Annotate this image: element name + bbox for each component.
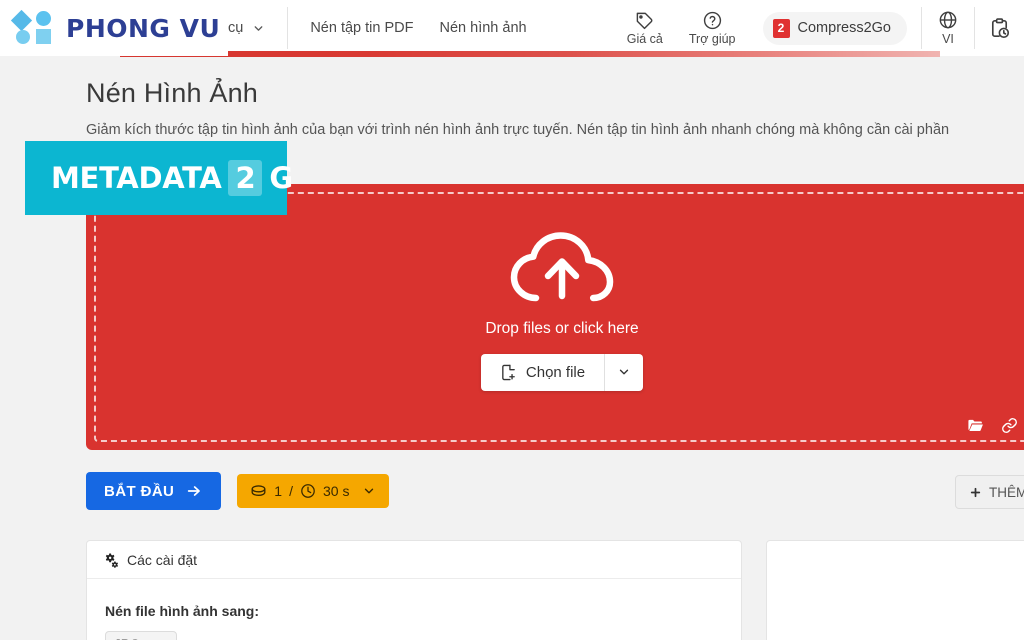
add-file-label: THÊM F <box>989 484 1024 500</box>
nav-link-compress-pdf[interactable]: Nén tập tin PDF <box>310 20 413 36</box>
ad-text-go: G <box>269 161 293 195</box>
add-file-button[interactable]: THÊM F <box>955 475 1024 509</box>
cloud-upload-icon <box>509 230 615 310</box>
chevron-down-icon <box>362 484 376 498</box>
compress2go-label: Compress2Go <box>797 20 891 36</box>
price-tag-icon <box>635 11 654 30</box>
page-title: Nén Hình Ảnh <box>86 78 259 108</box>
header-nav-links: Nén tập tin PDF Nén hình ảnh <box>288 20 548 36</box>
choose-file-button[interactable]: Chọn file <box>480 353 644 391</box>
metadata2go-logo-text: METADATA 2 G <box>51 160 293 196</box>
chevron-down-icon <box>617 365 631 379</box>
phongvu-brand-name: PHONG VU <box>66 13 221 43</box>
page-progress-bar <box>120 51 940 57</box>
clipboard-clock-icon <box>988 17 1011 40</box>
file-dropzone[interactable]: Drop files or click here Chọn file <box>86 184 1024 450</box>
pricing-label: Giá cả <box>626 31 663 46</box>
settings-panel: Các cài đặt Nén file hình ảnh sang: JPG <box>86 540 742 640</box>
chevron-down-icon <box>252 22 265 35</box>
coin-icon <box>250 484 267 498</box>
settings-header-label: Các cài đặt <box>127 551 198 568</box>
page-root: cụ Nén tập tin PDF Nén hình ảnh Giá cả T… <box>0 0 1024 640</box>
language-selector[interactable]: VI <box>922 0 974 56</box>
credits-separator: / <box>289 483 293 499</box>
action-row: BẮT ĐẦU 1 / 30 s <box>86 472 390 510</box>
choose-file-dropdown[interactable] <box>605 354 643 391</box>
compress2go-icon: 2 <box>772 18 790 38</box>
pricing-button[interactable]: Giá cả <box>614 0 676 56</box>
globe-icon <box>938 10 958 30</box>
history-button[interactable] <box>975 0 1024 56</box>
start-button[interactable]: BẮT ĐẦU <box>86 472 222 510</box>
folder-icon[interactable] <box>966 417 985 434</box>
ad-panel <box>766 540 1024 640</box>
arrow-right-icon <box>185 483 203 499</box>
nav-link-compress-image[interactable]: Nén hình ảnh <box>440 20 527 36</box>
help-button[interactable]: Trợ giúp <box>676 0 749 56</box>
metadata2go-banner[interactable]: METADATA 2 G <box>25 141 293 215</box>
ad-text-two: 2 <box>228 160 263 196</box>
nav-tools-label: cụ <box>228 20 244 36</box>
ad-text-main: METADATA <box>51 161 222 195</box>
phongvu-logo-icon <box>10 9 56 46</box>
dropzone-inner: Drop files or click here Chọn file <box>94 192 1024 442</box>
phongvu-brand[interactable]: PHONG VU <box>0 0 228 56</box>
file-plus-icon <box>500 363 517 382</box>
header-nav-right: Giá cả Trợ giúp 2 Compress2Go VI <box>614 0 1024 56</box>
help-label: Trợ giúp <box>688 31 736 46</box>
gears-icon <box>103 552 119 568</box>
settings-header: Các cài đặt <box>87 541 741 579</box>
plus-icon <box>969 486 982 499</box>
main-content: Nén Hình Ảnh Giảm kích thước tập tin hìn… <box>0 56 1024 640</box>
credits-time: 30 s <box>322 483 350 499</box>
link-icon[interactable] <box>1001 417 1018 434</box>
format-field-label: Nén file hình ảnh sang: <box>105 603 260 619</box>
choose-file-main[interactable]: Chọn file <box>481 354 604 391</box>
help-circle-icon <box>703 11 722 30</box>
clock-icon <box>300 483 316 499</box>
output-format-select[interactable]: JPG <box>105 631 177 640</box>
language-label: VI <box>942 32 954 46</box>
start-button-label: BẮT ĐẦU <box>104 482 175 500</box>
settings-body: Nén file hình ảnh sang: JPG <box>87 579 741 640</box>
choose-file-label: Chọn file <box>525 363 586 381</box>
nav-tools-dropdown[interactable]: cụ <box>228 8 287 48</box>
compress2go-app-pill[interactable]: 2 Compress2Go <box>762 11 907 45</box>
credits-badge[interactable]: 1 / 30 s <box>237 474 390 508</box>
dropzone-source-icons <box>966 417 1018 434</box>
dropzone-hint: Drop files or click here <box>485 319 639 337</box>
credits-count: 1 <box>274 483 283 499</box>
